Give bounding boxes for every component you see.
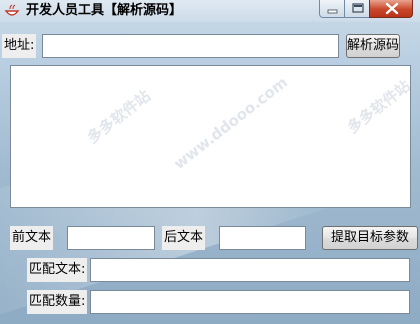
maximize-button[interactable] bbox=[344, 0, 370, 18]
prefix-input[interactable] bbox=[67, 226, 155, 250]
source-textarea[interactable]: 多多软件站 www.ddooo.com 多多软件站 bbox=[10, 65, 411, 208]
window-title: 开发人员工具【解析源码】 bbox=[26, 3, 183, 18]
watermark-site-2: 多多软件站 bbox=[343, 76, 411, 138]
match-text-input[interactable] bbox=[90, 258, 410, 282]
parse-source-button[interactable]: 解析源码 bbox=[346, 34, 400, 58]
match-count-label: 匹配数量: bbox=[27, 290, 88, 314]
title-bar[interactable]: 开发人员工具【解析源码】 bbox=[0, 0, 420, 22]
address-input[interactable] bbox=[42, 34, 339, 58]
address-label: 地址: bbox=[2, 34, 37, 58]
extract-params-button[interactable]: 提取目标参数 bbox=[322, 226, 418, 250]
minimize-icon bbox=[327, 9, 338, 14]
watermark-url: www.ddooo.com bbox=[170, 73, 292, 173]
close-button[interactable] bbox=[369, 0, 413, 18]
watermark-site: 多多软件站 bbox=[83, 86, 154, 148]
maximize-icon bbox=[352, 3, 364, 13]
prefix-label: 前文本 bbox=[10, 226, 54, 250]
client-area: 地址: 解析源码 多多软件站 www.ddooo.com 多多软件站 前文本 后… bbox=[0, 22, 420, 324]
close-icon bbox=[385, 2, 399, 15]
suffix-input[interactable] bbox=[219, 226, 306, 250]
match-text-label: 匹配文本: bbox=[27, 258, 88, 282]
suffix-label: 后文本 bbox=[162, 226, 206, 250]
match-count-input[interactable] bbox=[90, 290, 410, 314]
bowl-icon bbox=[4, 3, 20, 19]
minimize-button[interactable] bbox=[319, 0, 345, 18]
app-window: 开发人员工具【解析源码】 地址: 解析源码 多多软件站 www.ddooo.co… bbox=[0, 0, 420, 324]
